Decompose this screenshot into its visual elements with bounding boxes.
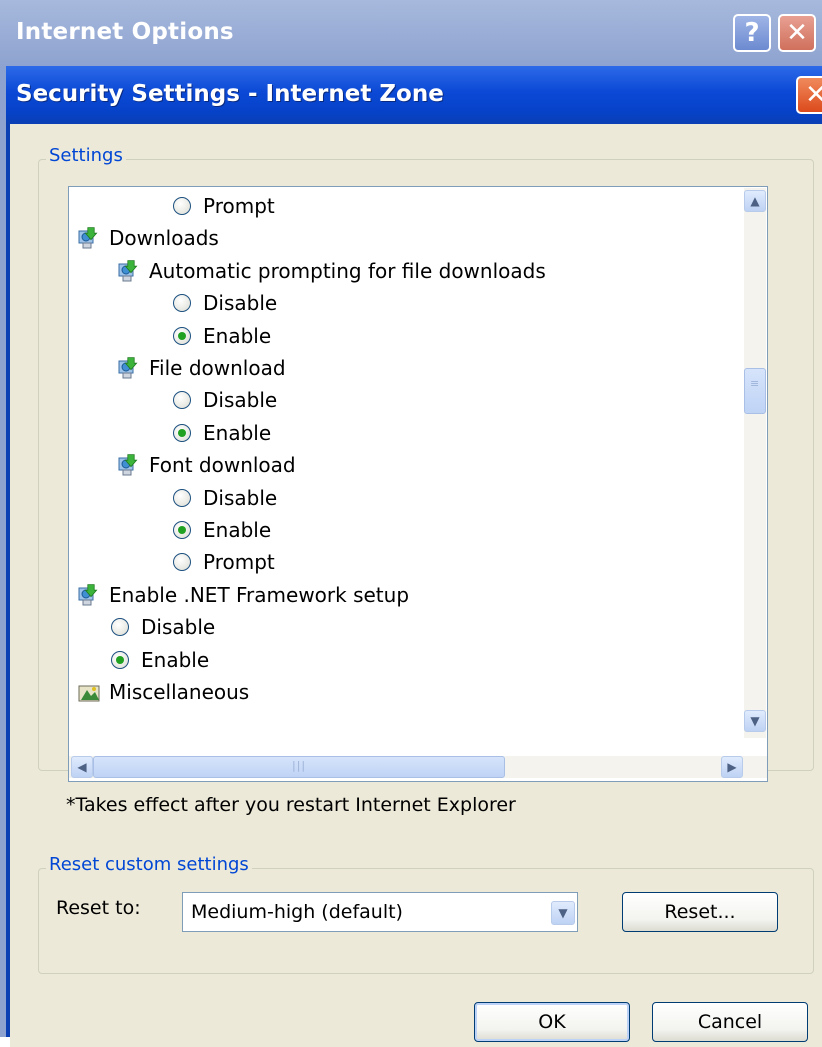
settings-folder-icon (77, 583, 103, 607)
cancel-button[interactable]: Cancel (652, 1002, 808, 1042)
settings-folder-icon (117, 259, 143, 283)
setting-option-label: Enable (203, 518, 272, 542)
setting-category-label: Miscellaneous (109, 680, 250, 704)
setting-option-label: Enable (203, 420, 272, 445)
settings-legend: Settings (46, 145, 126, 166)
outer-title-bar[interactable]: Internet Options ? ✕ (0, 0, 822, 66)
settings-list[interactable]: Prompt Downloads Automatic prompting for f… (68, 186, 768, 782)
setting-option-label: Disable (141, 615, 216, 640)
scroll-down-icon[interactable]: ▼ (744, 710, 766, 732)
radio-unchecked[interactable] (173, 488, 191, 507)
outer-close-icon[interactable]: ✕ (778, 14, 816, 52)
scroll-left-icon[interactable]: ◀ (71, 756, 93, 778)
setting-option-label: Disable (203, 291, 278, 316)
settings-folder-icon (117, 453, 143, 477)
setting-category-label: Enable .NET Framework setup (109, 582, 410, 607)
reset-button[interactable]: Reset... (622, 892, 778, 932)
security-settings-dialog: Security Settings - Internet Zone ✕ Sett… (6, 66, 822, 1047)
setting-option-label: Prompt (203, 194, 275, 218)
radio-unchecked[interactable] (173, 391, 191, 410)
dialog-body: Settings Prompt Downloads Automatic prompt… (10, 124, 822, 1047)
reset-to-label: Reset to: (56, 897, 141, 919)
dialog-title: Security Settings - Internet Zone (16, 81, 444, 107)
horizontal-scroll-thumb[interactable]: ||| (93, 756, 505, 778)
settings-folder-icon (117, 356, 143, 380)
radio-checked[interactable] (173, 521, 191, 539)
horizontal-scrollbar[interactable]: ◀ ||| ▶ (69, 756, 767, 778)
close-icon[interactable]: ✕ (796, 76, 822, 114)
radio-unchecked[interactable] (173, 294, 191, 313)
dialog-title-bar[interactable]: Security Settings - Internet Zone ✕ (6, 66, 822, 124)
setting-option-label: Disable (203, 388, 278, 413)
vertical-scrollbar[interactable]: ▲ ≡ ▼ (744, 188, 766, 738)
radio-checked[interactable] (173, 326, 191, 345)
setting-category-label: File download (149, 356, 286, 380)
setting-option-label: Enable (141, 647, 210, 672)
setting-category-label: Font download (149, 453, 296, 478)
vertical-scroll-thumb[interactable]: ≡ (744, 368, 766, 414)
setting-option-label: Prompt (203, 550, 275, 575)
radio-checked[interactable] (173, 423, 191, 442)
settings-folder-icon (77, 226, 103, 250)
restart-note: *Takes effect after you restart Internet… (66, 794, 516, 816)
radio-unchecked[interactable] (111, 618, 129, 637)
setting-option-label: Enable (203, 323, 272, 348)
chevron-down-icon[interactable]: ▼ (551, 901, 575, 925)
scroll-up-icon[interactable]: ▲ (744, 190, 766, 212)
radio-unchecked[interactable] (173, 553, 191, 572)
setting-option-label: Disable (203, 485, 278, 510)
misc-folder-icon (77, 680, 103, 704)
reset-level-select[interactable]: Medium-high (default) ▼ (182, 892, 578, 932)
radio-checked[interactable] (111, 650, 129, 669)
scroll-right-icon[interactable]: ▶ (721, 756, 743, 778)
reset-legend: Reset custom settings (46, 854, 252, 875)
reset-level-value: Medium-high (default) (191, 901, 403, 923)
radio-unchecked[interactable] (173, 197, 191, 215)
setting-category-label: Downloads (109, 226, 219, 251)
setting-category-label: Automatic prompting for file downloads (149, 258, 546, 283)
outer-window-title: Internet Options (16, 19, 234, 45)
help-icon[interactable]: ? (733, 14, 771, 52)
ok-button[interactable]: OK (474, 1002, 630, 1042)
